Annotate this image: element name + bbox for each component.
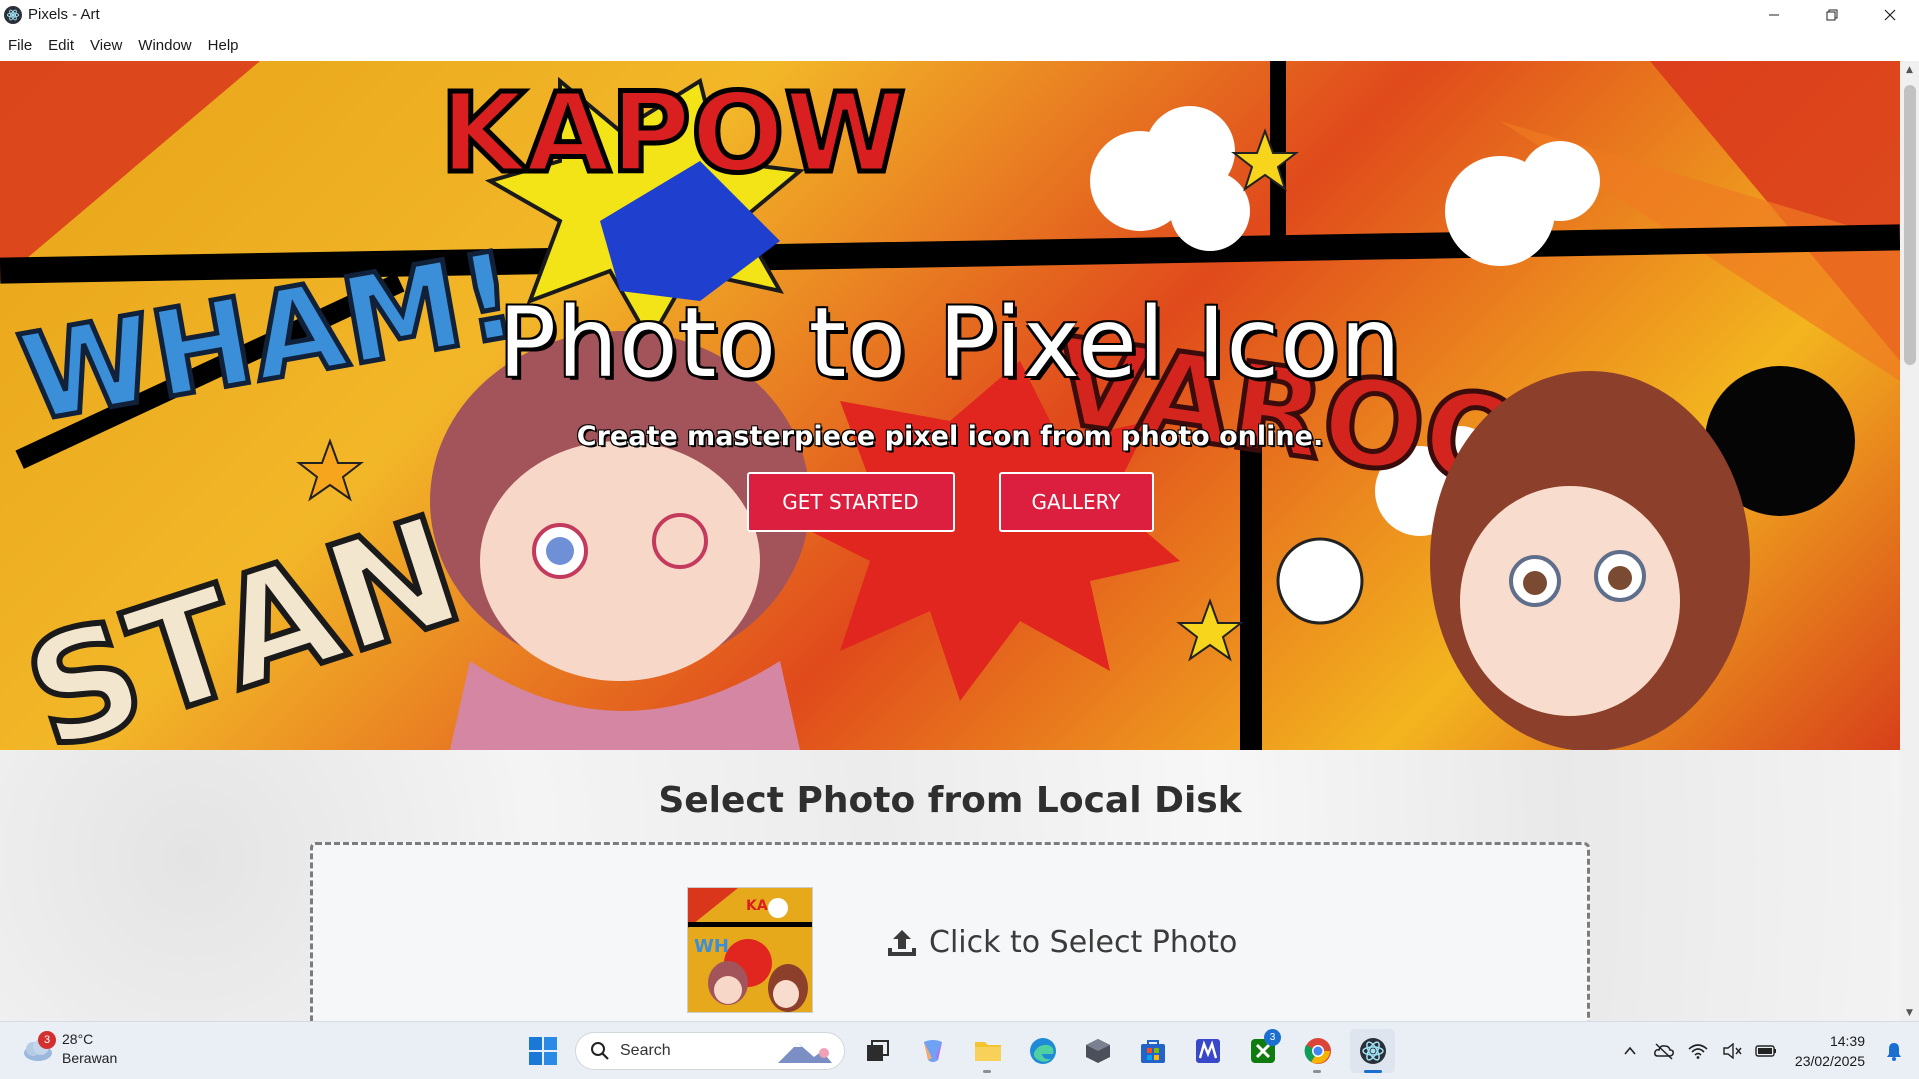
page-viewport: WHAM! STAND VAROOM! KAPOW Photo to Pixel…: [0, 61, 1900, 1021]
photo-dropzone[interactable]: WH KA Click to Select Photo: [310, 842, 1590, 1021]
xbox-notification-badge: 3: [1264, 1029, 1281, 1046]
search-placeholder: Search: [620, 1042, 671, 1059]
menu-window[interactable]: Window: [138, 37, 191, 54]
cloud-weather-icon: 3: [20, 1031, 56, 1063]
notification-bell-icon[interactable]: [1883, 1040, 1905, 1062]
chevron-up-icon[interactable]: [1619, 1040, 1641, 1062]
upload-icon: [888, 929, 916, 956]
hero-banner: WHAM! STAND VAROOM! KAPOW Photo to Pixel…: [0, 61, 1900, 750]
clock-date: 23/02/2025: [1794, 1053, 1865, 1069]
speaker-muted-icon[interactable]: [1721, 1040, 1743, 1062]
upload-section-title: Select Photo from Local Disk: [658, 780, 1242, 821]
folder-icon: [974, 1042, 1001, 1061]
m-app-icon: [1195, 1039, 1220, 1063]
chrome-button[interactable]: [1295, 1029, 1340, 1073]
file-explorer-button[interactable]: [965, 1029, 1010, 1073]
wifi-icon[interactable]: [1687, 1040, 1709, 1062]
windows-taskbar: 3 28°C Berawan Search 3 14:39 23/02/2025: [0, 1021, 1919, 1079]
weather-widget[interactable]: 3 28°C Berawan: [20, 1030, 117, 1068]
cube-icon: [1085, 1039, 1110, 1063]
menu-bar: File Edit View Window Help: [0, 29, 1919, 61]
copilot-icon: [923, 1040, 942, 1062]
electron-app-button[interactable]: [1350, 1029, 1395, 1073]
copilot-button[interactable]: [910, 1029, 955, 1073]
menu-view[interactable]: View: [90, 37, 122, 54]
vertical-scrollbar[interactable]: ▲ ▼: [1900, 61, 1919, 1021]
electron-icon: [1359, 1038, 1386, 1064]
clock-time: 14:39: [1829, 1033, 1865, 1049]
selected-photo-thumbnail: WH KA: [687, 887, 813, 1013]
running-indicator: [1313, 1070, 1321, 1073]
app-m-button[interactable]: [1185, 1029, 1230, 1073]
taskbar-search-box[interactable]: Search: [575, 1032, 845, 1070]
weather-condition: Berawan: [62, 1050, 118, 1066]
battery-icon[interactable]: [1755, 1040, 1777, 1062]
task-view-button[interactable]: [855, 1029, 900, 1073]
active-indicator: [1364, 1070, 1382, 1073]
svg-text:KAPOW: KAPOW: [440, 69, 906, 197]
window-title: Pixels - Art: [28, 6, 100, 23]
edge-button[interactable]: [1020, 1029, 1065, 1073]
restore-icon: [1826, 9, 1838, 20]
windows-logo-icon: [528, 1037, 557, 1065]
close-button[interactable]: [1861, 0, 1919, 29]
minimize-icon: [1769, 14, 1779, 15]
taskbar-clock[interactable]: 14:39 23/02/2025: [1795, 1031, 1865, 1071]
chrome-icon: [1304, 1038, 1331, 1064]
task-view-icon: [866, 1040, 889, 1061]
start-button[interactable]: [520, 1029, 565, 1073]
select-photo-button[interactable]: Click to Select Photo: [885, 925, 1237, 960]
minimize-button[interactable]: [1745, 0, 1803, 29]
select-photo-label: Click to Select Photo: [929, 925, 1238, 960]
get-started-button[interactable]: GET STARTED: [746, 472, 955, 532]
close-icon: [1884, 9, 1896, 20]
mountain-highlight-icon: [778, 1043, 832, 1063]
menu-help[interactable]: Help: [208, 37, 239, 54]
hero-subtitle: Create masterpiece pixel icon from photo…: [576, 421, 1324, 452]
svg-text:WH: WH: [694, 936, 729, 957]
onedrive-offline-icon[interactable]: [1653, 1040, 1675, 1062]
gallery-button[interactable]: GALLERY: [998, 472, 1154, 532]
running-indicator: [983, 1070, 991, 1073]
svg-text:KA: KA: [746, 898, 768, 914]
weather-badge: 3: [38, 1031, 56, 1049]
weather-temp: 28°C: [62, 1031, 94, 1047]
store-button[interactable]: [1130, 1029, 1175, 1073]
store-icon: [1140, 1040, 1165, 1063]
xbox-button[interactable]: 3: [1240, 1029, 1285, 1073]
comic-background-image: WHAM! STAND VAROOM! KAPOW: [0, 61, 1900, 750]
upload-section: Select Photo from Local Disk WH KA Click…: [0, 750, 1900, 1021]
hero-title: Photo to Pixel Icon: [498, 287, 1402, 399]
system-tray: 14:39 23/02/2025: [1619, 1022, 1905, 1079]
search-icon: [591, 1042, 609, 1060]
scroll-thumb[interactable]: [1904, 85, 1916, 365]
restore-button[interactable]: [1803, 0, 1861, 29]
app-logo-icon: [4, 5, 22, 24]
scroll-down-arrow-icon[interactable]: ▼: [1900, 1004, 1919, 1021]
menu-file[interactable]: File: [8, 37, 32, 54]
scroll-up-arrow-icon[interactable]: ▲: [1900, 61, 1919, 78]
app-cube-button[interactable]: [1075, 1029, 1120, 1073]
menu-edit[interactable]: Edit: [48, 37, 74, 54]
title-bar: Pixels - Art: [0, 0, 1919, 29]
edge-icon: [1029, 1038, 1056, 1064]
